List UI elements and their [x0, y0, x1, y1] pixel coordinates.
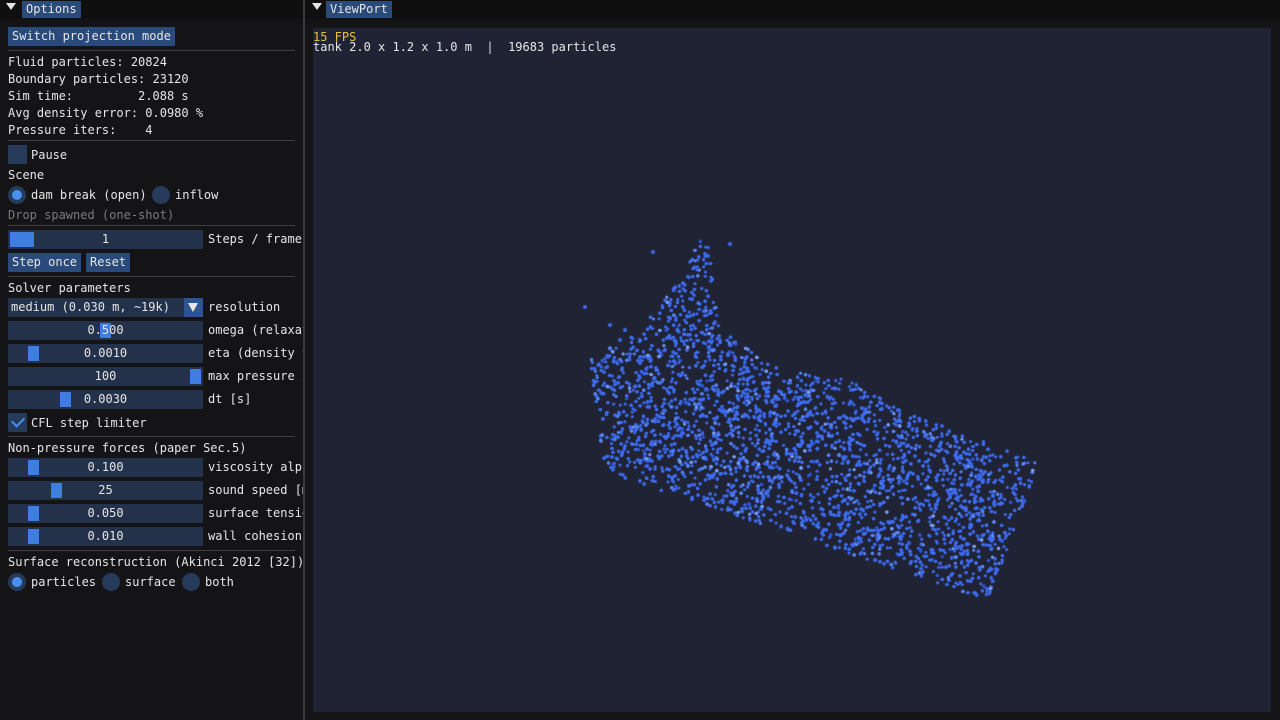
slider-value: 0.050	[87, 506, 124, 520]
stat-density-error: Avg density error: 0.0980 %	[8, 106, 204, 120]
stat-sim-time: Sim time: 2.088 s	[8, 89, 189, 103]
pause-checkbox[interactable]	[8, 145, 27, 164]
surface-label-surface: surface	[125, 575, 176, 589]
drop-spawned-label: Drop spawned (one-shot)	[8, 208, 175, 222]
scene-label-inflow: inflow	[175, 188, 219, 202]
force-label-0: viscosity alpha	[208, 460, 303, 474]
divider	[8, 550, 295, 551]
steps-per-frame-slider[interactable]: 1	[8, 230, 203, 249]
divider	[8, 225, 295, 226]
force-label-3: wall cohesion	[208, 529, 302, 543]
resolution-label: resolution	[208, 300, 281, 314]
surface-radio-surface[interactable]	[102, 573, 120, 591]
stat-boundary-particles: Boundary particles: 23120	[8, 72, 189, 86]
resolution-combo[interactable]: medium (0.030 m, ~19k)	[8, 298, 203, 317]
force-label-1: sound speed [m/s]	[208, 483, 303, 497]
divider	[8, 436, 295, 437]
divider	[8, 140, 295, 141]
scene-radio-inflow[interactable]	[152, 186, 170, 204]
viewport-window-title[interactable]: ViewPort	[326, 1, 392, 18]
scene-header: Scene	[8, 168, 45, 182]
surface-label-particles: particles	[31, 575, 97, 589]
divider	[8, 50, 295, 51]
scene-label-dam-break: dam break (open)	[31, 188, 147, 202]
force-slider-0[interactable]: 0.100	[8, 458, 203, 477]
viewport-titlebar: ViewPort	[305, 0, 1280, 19]
cfl-label: CFL step limiter	[31, 416, 147, 430]
pause-label: Pause	[31, 148, 68, 162]
options-titlebar: Options	[0, 0, 303, 19]
chevron-down-icon[interactable]	[184, 298, 203, 317]
surface-radio-particles[interactable]	[8, 573, 26, 591]
divider	[8, 276, 295, 277]
solver-slider-1[interactable]: 0.0010	[8, 344, 203, 363]
nonpressure-header: Non-pressure forces (paper Sec.5)	[8, 441, 247, 455]
collapse-arrow-icon[interactable]	[312, 3, 322, 10]
steps-per-frame-label: Steps / frame	[208, 232, 302, 246]
slider-value: 0.100	[87, 460, 124, 474]
force-slider-3[interactable]: 0.010	[8, 527, 203, 546]
slider-value: 0.500	[87, 323, 124, 337]
viewport-canvas[interactable]	[313, 28, 1271, 712]
slider-value: 0.0030	[83, 392, 128, 406]
solver-header: Solver parameters	[8, 281, 131, 295]
surface-label-both: both	[205, 575, 234, 589]
slider-value: 25	[98, 483, 113, 497]
force-slider-1[interactable]: 25	[8, 481, 203, 500]
solver-slider-2[interactable]: 100	[8, 367, 203, 386]
resolution-value: medium (0.030 m, ~19k)	[11, 300, 170, 314]
solver-slider-0[interactable]: 0.500	[8, 321, 203, 340]
particle-render[interactable]	[313, 28, 1271, 712]
force-slider-2[interactable]: 0.050	[8, 504, 203, 523]
solver-label-0: omega (relaxation)	[208, 323, 303, 337]
checkmark-icon	[11, 413, 26, 428]
surface-radio-both[interactable]	[182, 573, 200, 591]
reset-button[interactable]: Reset	[86, 253, 131, 272]
switch-projection-button[interactable]: Switch projection mode	[8, 27, 175, 46]
solver-slider-3[interactable]: 0.0030	[8, 390, 203, 409]
slider-value: 0.010	[87, 529, 124, 543]
stat-fluid-particles: Fluid particles: 20824	[8, 55, 167, 69]
collapse-arrow-icon[interactable]	[6, 3, 16, 10]
solver-label-1: eta (density tolerance)	[208, 346, 303, 360]
solver-label-3: dt [s]	[208, 392, 252, 406]
solver-label-2: max pressure iters	[208, 369, 303, 383]
cfl-checkbox[interactable]	[8, 413, 27, 432]
force-label-2: surface tension	[208, 506, 303, 520]
stat-pressure-iters: Pressure iters: 4	[8, 123, 153, 137]
slider-value: 1	[101, 232, 110, 246]
options-window-title[interactable]: Options	[22, 1, 81, 18]
surface-header: Surface reconstruction (Akinci 2012 [32]…	[8, 555, 305, 569]
viewport-info: tank 2.0 x 1.2 x 1.0 m | 19683 particles	[313, 40, 617, 54]
slider-value: 0.0010	[83, 346, 128, 360]
slider-value: 100	[94, 369, 117, 383]
step-once-button[interactable]: Step once	[8, 253, 82, 272]
scene-radio-dam-break[interactable]	[8, 186, 26, 204]
